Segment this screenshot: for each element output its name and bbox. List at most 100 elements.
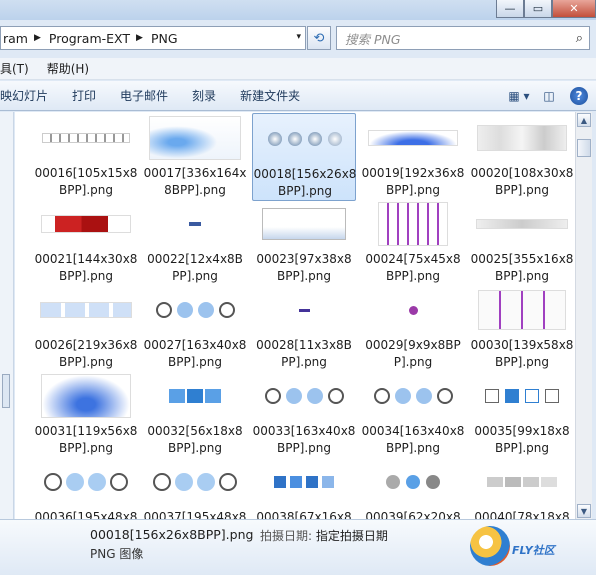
address-bar[interactable]: ram ▶ Program-EXT ▶ PNG ▾ bbox=[0, 26, 306, 50]
breadcrumb-program-ext[interactable]: Program-EXT bbox=[49, 31, 130, 46]
thumbnail-graphic bbox=[436, 388, 453, 404]
thumbnail-graphic bbox=[487, 477, 503, 487]
new-folder-button[interactable]: 新建文件夹 bbox=[240, 87, 300, 104]
file-item[interactable]: 00026[219x36x8 BPP].png bbox=[34, 285, 138, 373]
breadcrumb-program-files[interactable]: ram bbox=[3, 31, 28, 46]
thumbnail-graphic bbox=[110, 473, 128, 491]
slideshow-button[interactable]: 映幻灯片 bbox=[0, 87, 48, 104]
breadcrumb-separator-icon[interactable]: ▶ bbox=[136, 33, 143, 43]
menu-tools[interactable]: 具(T) bbox=[0, 60, 29, 77]
search-icon[interactable]: ⌕ bbox=[576, 31, 583, 46]
breadcrumb-separator-icon[interactable]: ▶ bbox=[34, 33, 41, 43]
file-name-line-2: BPP].png bbox=[58, 269, 114, 283]
date-taken: 拍摄日期: 指定拍摄日期 bbox=[260, 527, 388, 544]
file-item[interactable]: 00029[9x9x8BP P].png bbox=[361, 285, 465, 373]
help-icon[interactable]: ? bbox=[570, 87, 588, 105]
file-item[interactable]: 00019[192x36x8 BPP].png bbox=[361, 113, 465, 201]
file-thumbnail bbox=[252, 285, 356, 335]
scroll-up-icon[interactable]: ▲ bbox=[577, 113, 591, 127]
file-item[interactable]: 00027[163x40x8 BPP].png bbox=[143, 285, 247, 373]
print-button[interactable]: 打印 bbox=[72, 87, 96, 104]
file-item[interactable]: 00028[11x3x8B PP].png bbox=[252, 285, 356, 373]
thumbnail-graphic bbox=[197, 473, 215, 491]
menu-help[interactable]: 帮助(H) bbox=[47, 60, 89, 77]
thumbnail-graphic bbox=[485, 389, 559, 403]
thumbnail-graphic bbox=[368, 130, 458, 146]
navigation-pane-edge bbox=[0, 112, 14, 519]
file-name: 00016[105x15x8 BPP].png bbox=[34, 165, 138, 199]
thumbnail-graphic bbox=[264, 388, 344, 404]
explorer-window: — ▭ ✕ ram ▶ Program-EXT ▶ PNG ▾ ⟲ 搜索 PNG… bbox=[0, 0, 596, 575]
file-item[interactable]: 00033[163x40x8 BPP].png bbox=[252, 371, 356, 459]
burn-button[interactable]: 刻录 bbox=[192, 87, 216, 104]
file-name: 00024[75x45x8 BPP].png bbox=[361, 251, 465, 285]
file-item[interactable]: 00020[108x30x8 BPP].png bbox=[470, 113, 574, 201]
file-name: 00026[219x36x8 BPP].png bbox=[34, 337, 138, 371]
caption-buttons: — ▭ ✕ bbox=[496, 0, 596, 18]
file-item[interactable]: 00023[97x38x8 BPP].png bbox=[252, 199, 356, 287]
thumbnail-graphic bbox=[189, 222, 201, 226]
email-button[interactable]: 电子邮件 bbox=[120, 87, 168, 104]
file-name-line-1: 00028[11x3x8B bbox=[256, 338, 352, 352]
views-icon[interactable]: ▦ ▾ bbox=[508, 85, 530, 107]
scroll-down-icon[interactable]: ▼ bbox=[577, 504, 591, 518]
thumbnail-graphic bbox=[155, 302, 172, 318]
search-input[interactable]: 搜索 PNG ⌕ bbox=[336, 26, 590, 50]
file-name-line-1: 00029[9x9x8BP bbox=[365, 338, 461, 352]
file-thumbnail bbox=[34, 113, 138, 163]
thumbnail-graphic bbox=[169, 389, 185, 403]
file-thumbnail bbox=[252, 457, 356, 507]
file-item[interactable]: 00034[163x40x8 BPP].png bbox=[361, 371, 465, 459]
thumbnail-graphic bbox=[426, 475, 440, 489]
pane-resize-handle[interactable] bbox=[2, 374, 10, 408]
file-name: 00021[144x30x8 BPP].png bbox=[34, 251, 138, 285]
file-thumbnail bbox=[470, 371, 574, 421]
search-placeholder: 搜索 PNG bbox=[345, 31, 401, 47]
details-pane: 00018[156x26x8BPP].png 拍摄日期: 指定拍摄日期 PNG … bbox=[0, 519, 596, 575]
maximize-icon[interactable]: ▭ bbox=[524, 0, 552, 18]
file-item[interactable]: 00038[67x16x8BPP].png bbox=[252, 457, 356, 519]
file-name-line-1: 00037[195x48x8 bbox=[143, 510, 247, 519]
file-item[interactable]: 00025[355x16x8 BPP].png bbox=[470, 199, 574, 287]
date-taken-value[interactable]: 指定拍摄日期 bbox=[316, 529, 388, 543]
file-item[interactable]: 00016[105x15x8 BPP].png bbox=[34, 113, 138, 201]
file-thumbnail bbox=[470, 199, 574, 249]
minimize-icon[interactable]: — bbox=[496, 0, 524, 18]
file-name-line-1: 00035[99x18x8 bbox=[474, 424, 570, 438]
address-dropdown-icon[interactable]: ▾ bbox=[296, 32, 301, 42]
file-name-line-2: BPP].png bbox=[494, 441, 550, 455]
file-item[interactable]: 00021[144x30x8 BPP].png bbox=[34, 199, 138, 287]
refresh-icon[interactable]: ⟲ bbox=[307, 26, 331, 50]
vertical-scrollbar[interactable]: ▲ ▼ bbox=[575, 112, 592, 519]
file-item[interactable]: 00024[75x45x8 BPP].png bbox=[361, 199, 465, 287]
close-icon[interactable]: ✕ bbox=[552, 0, 596, 18]
file-item[interactable]: 00017[336x164x 8BPP].png bbox=[143, 113, 247, 201]
preview-pane-icon[interactable]: ◫ bbox=[538, 85, 560, 107]
file-name-line-2: BPP].png bbox=[494, 355, 550, 369]
file-thumbnail bbox=[34, 199, 138, 249]
file-item[interactable]: 00040[78x18x8BPP].png bbox=[470, 457, 574, 519]
thumbnail-graphic bbox=[41, 215, 131, 233]
breadcrumb-png[interactable]: PNG bbox=[151, 31, 178, 46]
file-item[interactable]: 00022[12x4x8B PP].png bbox=[143, 199, 247, 287]
file-item[interactable]: 00039[62x20x8BPP].png bbox=[361, 457, 465, 519]
scroll-thumb[interactable] bbox=[577, 139, 591, 157]
file-item[interactable]: 00030[139x58x8 BPP].png bbox=[470, 285, 574, 373]
file-item[interactable]: 00031[119x56x8 BPP].png bbox=[34, 371, 138, 459]
file-item[interactable]: 00018[156x26x8 BPP].png bbox=[252, 113, 356, 201]
file-item[interactable]: 00032[56x18x8 BPP].png bbox=[143, 371, 247, 459]
file-name: 00019[192x36x8 BPP].png bbox=[361, 165, 465, 199]
file-name-line-2: PP].png bbox=[172, 269, 218, 283]
file-name-line-2: BPP].png bbox=[58, 355, 114, 369]
file-name: 00028[11x3x8B PP].png bbox=[252, 337, 356, 371]
file-item[interactable]: 00035[99x18x8 BPP].png bbox=[470, 371, 574, 459]
thumbnail-graphic bbox=[175, 473, 193, 491]
file-item[interactable]: 00036[195x48x8BPP].png bbox=[34, 457, 138, 519]
thumbnail-graphic bbox=[505, 389, 519, 403]
thumbnail-graphic bbox=[42, 133, 130, 143]
file-thumbnail bbox=[253, 114, 357, 164]
file-type: PNG 图像 bbox=[90, 547, 144, 561]
file-item[interactable]: 00037[195x48x8BPP].png bbox=[143, 457, 247, 519]
file-name-line-1: 00038[67x16x8 bbox=[256, 510, 352, 519]
file-name: 00020[108x30x8 BPP].png bbox=[470, 165, 574, 199]
